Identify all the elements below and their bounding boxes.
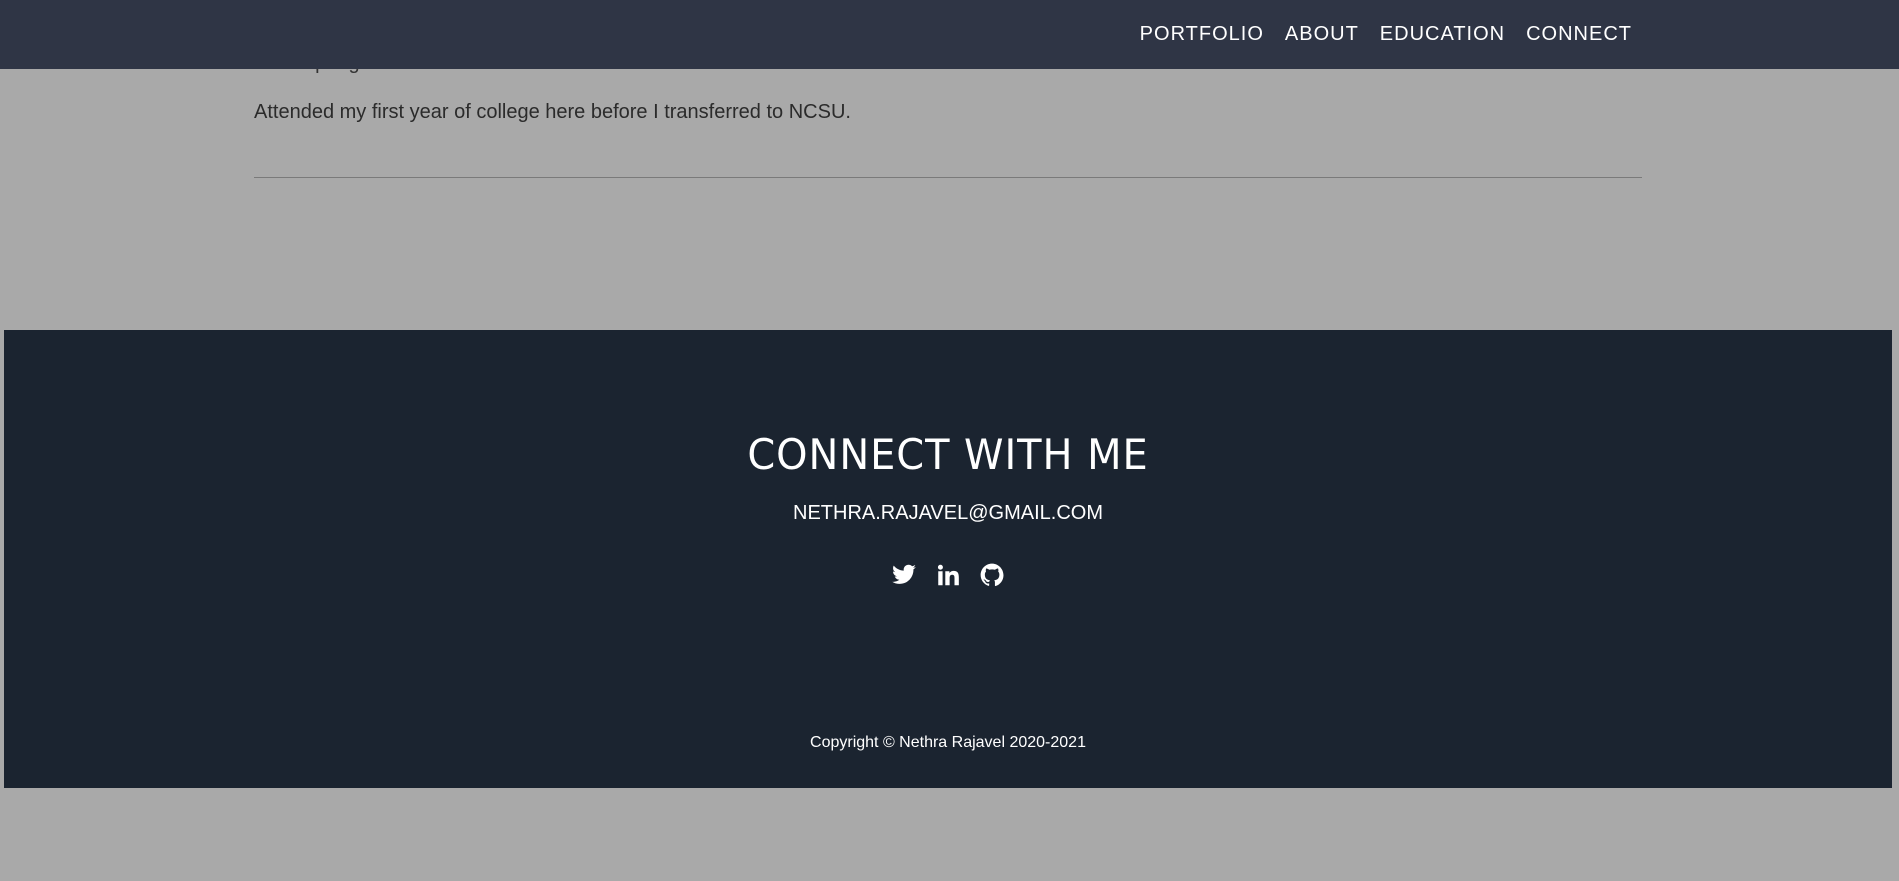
education-description: Attended my first year of college here b…: [254, 101, 851, 123]
nav-link-connect[interactable]: CONNECT: [1526, 23, 1632, 46]
nav-link-portfolio[interactable]: PORTFOLIO: [1140, 23, 1264, 46]
twitter-icon[interactable]: [891, 562, 917, 588]
section-divider: [254, 177, 1642, 178]
footer-title: CONNECT WITH ME: [747, 430, 1149, 479]
nav-link-about[interactable]: ABOUT: [1285, 23, 1359, 46]
social-links: [4, 562, 1892, 588]
linkedin-icon[interactable]: [935, 562, 961, 588]
top-navbar: PORTFOLIO ABOUT EDUCATION CONNECT: [0, 0, 1899, 69]
email-link[interactable]: NETHRA.RAJAVEL@GMAIL.COM: [4, 502, 1892, 525]
nav-links: PORTFOLIO ABOUT EDUCATION CONNECT: [1140, 0, 1632, 69]
github-icon[interactable]: [979, 562, 1005, 588]
footer: CONNECT WITH ME NETHRA.RAJAVEL@GMAIL.COM…: [4, 330, 1892, 788]
nav-link-education[interactable]: EDUCATION: [1380, 23, 1505, 46]
copyright-text: Copyright © Nethra Rajavel 2020-2021: [810, 734, 1086, 751]
